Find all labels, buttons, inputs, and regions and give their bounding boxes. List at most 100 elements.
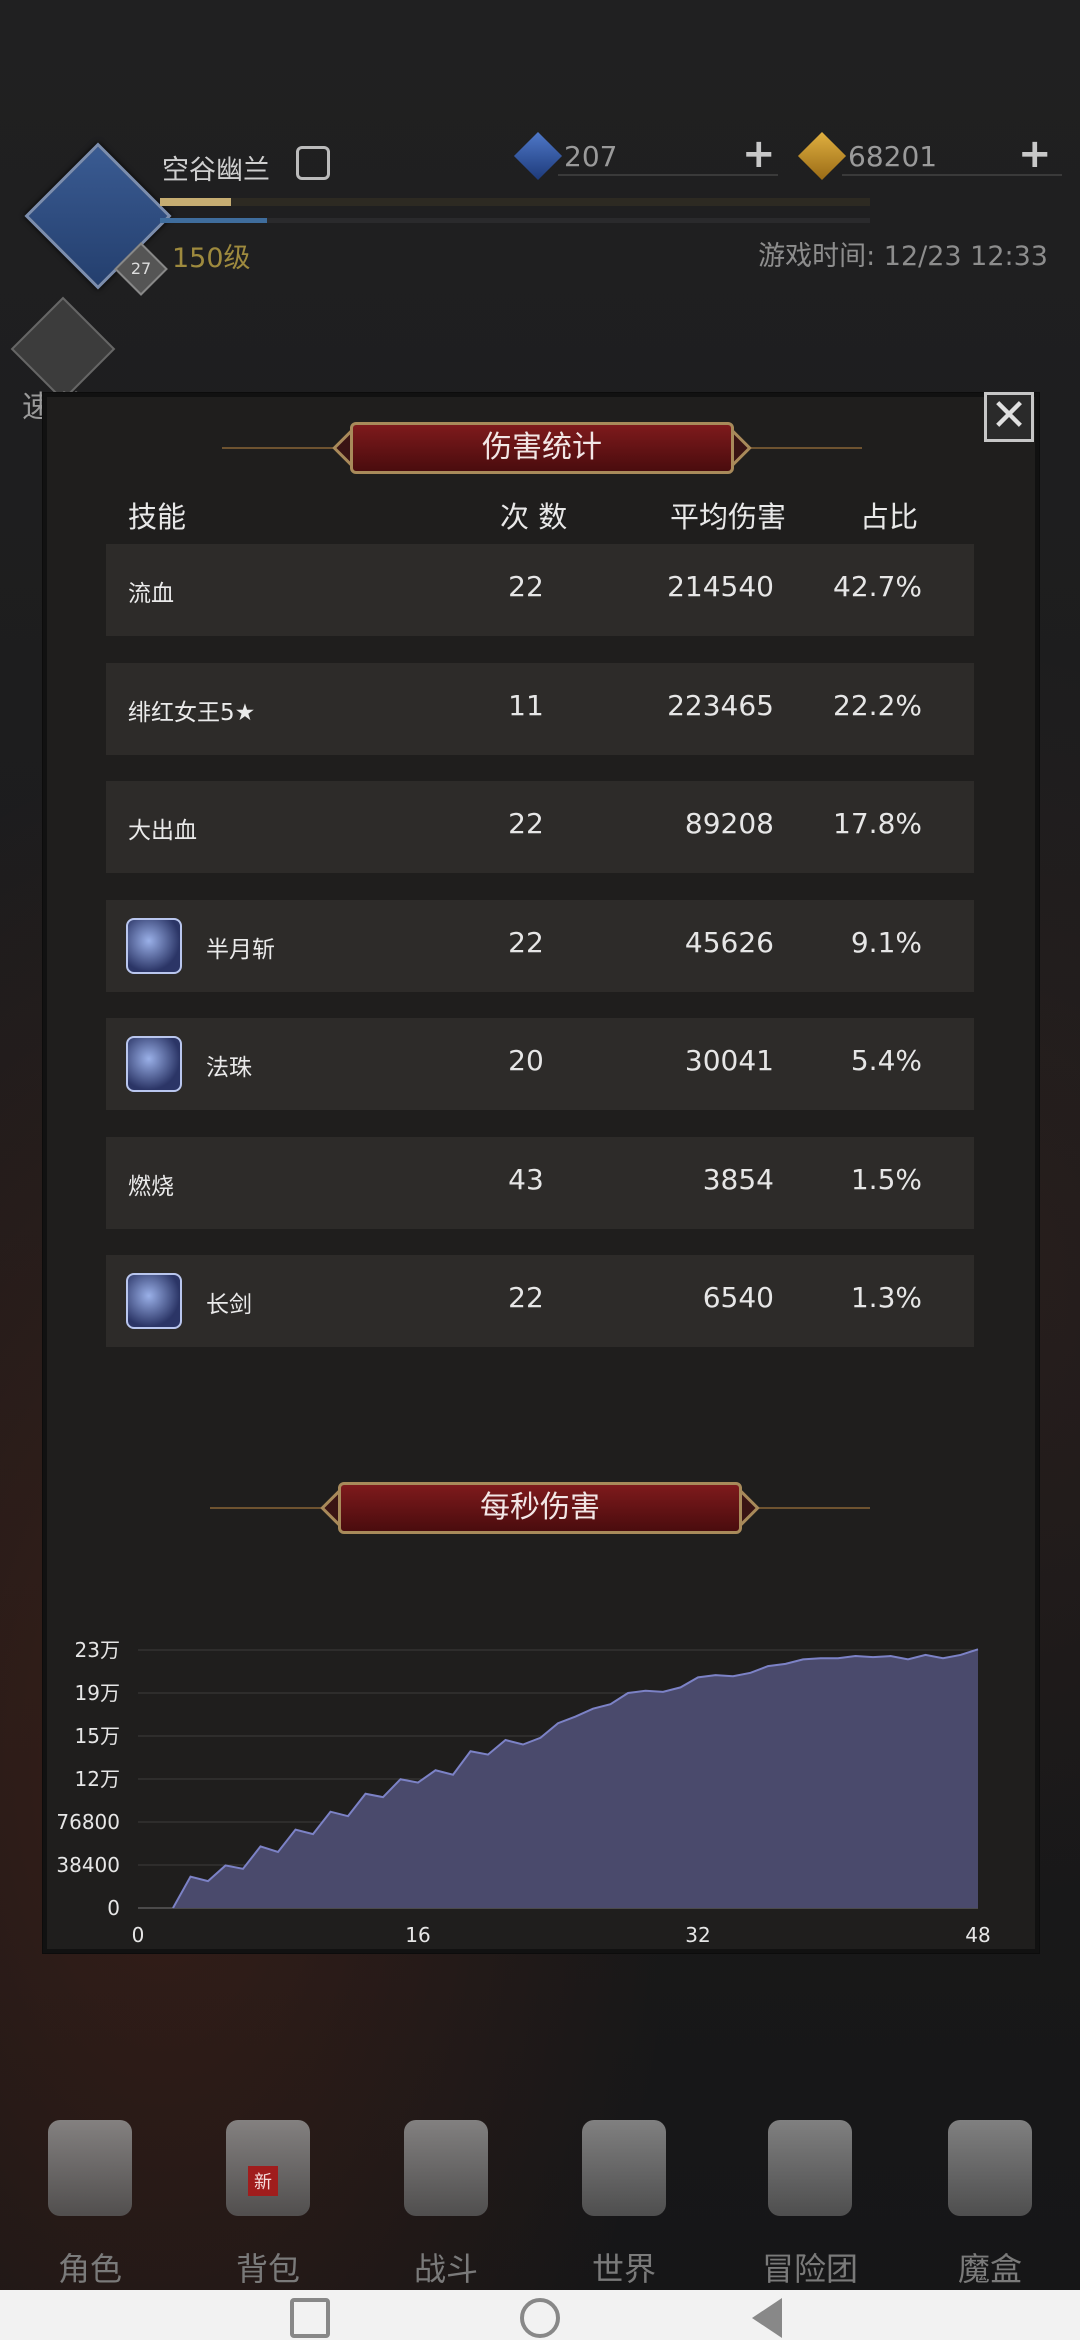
damage-row: 半月斩 22 45626 9.1% xyxy=(106,900,974,992)
exp-bar xyxy=(160,198,870,206)
dps-banner: 每秒伤害 xyxy=(210,1482,870,1534)
nav-label: 世界 xyxy=(591,2250,656,2288)
bottom-nav: 角色新背包 战斗 世界 冒险团 魔盒 xyxy=(0,2090,1080,2290)
blue-gem-icon xyxy=(513,131,563,181)
skill-avg-damage: 214540 xyxy=(667,570,774,603)
avatar-badge-value: 27 xyxy=(130,259,152,278)
skill-count: 22 xyxy=(508,807,544,840)
x-tick-label: 48 xyxy=(965,1923,990,1947)
skill-name: 大出血 xyxy=(128,818,197,844)
skill-avg-damage: 3854 xyxy=(702,1163,774,1196)
skill-avg-damage: 30041 xyxy=(684,1044,774,1077)
damage-row: 长剑 22 6540 1.3% xyxy=(106,1255,974,1347)
system-nav-bar xyxy=(0,2290,1080,2340)
blue-gem-count: 207 xyxy=(564,140,618,173)
game-time: 游戏时间: 12/23 12:33 xyxy=(758,241,1048,272)
skill-count: 20 xyxy=(508,1044,544,1077)
skill-share: 1.5% xyxy=(850,1163,922,1196)
damage-row: 绯红女王5★ 11 223465 22.2% xyxy=(106,663,974,755)
nav-label: 背包 xyxy=(235,2250,300,2288)
player-avatar[interactable]: 27 xyxy=(24,142,172,296)
nav-item[interactable]: 新背包 xyxy=(218,2120,318,2288)
shield-swords-icon xyxy=(404,2120,488,2216)
close-icon: ✕ xyxy=(990,390,1028,441)
resource-gold-gem: 68201 + xyxy=(797,131,1062,181)
nav-item[interactable]: 世界 xyxy=(574,2120,674,2288)
skill-share: 1.3% xyxy=(850,1281,922,1314)
skill-count: 43 xyxy=(508,1163,544,1196)
damage-stats-title: 伤害统计 xyxy=(350,422,734,474)
skill-share: 17.8% xyxy=(833,807,922,840)
skill-count: 11 xyxy=(508,689,544,722)
player-name: 空谷幽兰 xyxy=(162,155,270,186)
skill-avg-damage: 223465 xyxy=(667,689,774,722)
header-avg-damage: 平均伤害 xyxy=(670,500,787,534)
gold-gem-icon xyxy=(797,131,847,181)
edit-icon[interactable] xyxy=(296,146,330,180)
header-share: 占比 xyxy=(860,500,919,534)
banner-line xyxy=(222,447,342,449)
y-tick-label: 0 xyxy=(107,1896,120,1920)
nav-item[interactable]: 魔盒 xyxy=(940,2120,1040,2288)
skill-share: 22.2% xyxy=(833,689,922,722)
add-gold-gem-button[interactable]: + xyxy=(1018,134,1052,174)
home-button[interactable] xyxy=(520,2298,560,2338)
exp-bar-fill xyxy=(160,198,231,206)
castle-icon xyxy=(768,2120,852,2216)
dps-title: 每秒伤害 xyxy=(338,1482,742,1534)
sword-icon xyxy=(126,1273,182,1329)
orb-icon xyxy=(126,1036,182,1092)
add-blue-gem-button[interactable]: + xyxy=(742,134,776,174)
map-scroll-icon xyxy=(582,2120,666,2216)
dps-chart: 0 38400 76800 12万 15万 19万 23万 0 16 32 48 xyxy=(40,1580,1040,1960)
y-tick-label: 15万 xyxy=(75,1724,120,1748)
skill-share: 42.7% xyxy=(833,570,922,603)
resource-blue-gem: 207 + xyxy=(513,131,778,181)
nav-item[interactable]: 角色 xyxy=(40,2120,140,2288)
skill-name: 流血 xyxy=(128,581,174,607)
damage-row: 法珠 20 30041 5.4% xyxy=(106,1018,974,1110)
x-tick-label: 32 xyxy=(685,1923,710,1947)
nav-label: 角色 xyxy=(57,2250,122,2288)
y-tick-label: 19万 xyxy=(75,1681,120,1705)
nav-item[interactable]: 战斗 xyxy=(396,2120,496,2288)
skill-avg-damage: 45626 xyxy=(684,926,774,959)
skill-count: 22 xyxy=(508,926,544,959)
skill-name: 燃烧 xyxy=(128,1174,174,1200)
x-tick-label: 0 xyxy=(132,1923,145,1947)
damage-stats-banner: 伤害统计 xyxy=(222,422,862,474)
back-button[interactable] xyxy=(752,2298,782,2338)
damage-row: 燃烧 43 3854 1.5% xyxy=(106,1137,974,1229)
header-count: 次 数 xyxy=(500,500,568,534)
y-tick-label: 38400 xyxy=(56,1853,120,1877)
magic-cube-icon xyxy=(948,2120,1032,2216)
damage-row: 流血 22 214540 42.7% xyxy=(106,544,974,636)
dps-chart-svg: 0 38400 76800 12万 15万 19万 23万 0 16 32 48 xyxy=(56,1638,990,1947)
gold-gem-count: 68201 xyxy=(848,140,938,173)
banner-line xyxy=(750,1507,870,1509)
header-skill: 技能 xyxy=(128,500,187,534)
close-button[interactable]: ✕ xyxy=(984,392,1034,442)
x-tick-label: 16 xyxy=(405,1923,430,1947)
nav-label: 战斗 xyxy=(413,2250,478,2288)
skill-count: 22 xyxy=(508,570,544,603)
new-badge: 新 xyxy=(248,2166,278,2196)
nav-label: 魔盒 xyxy=(957,2250,1022,2288)
helmet-icon xyxy=(48,2120,132,2216)
nav-item[interactable]: 冒险团 xyxy=(760,2120,860,2288)
nav-label: 冒险团 xyxy=(761,2250,858,2288)
skill-name: 法珠 xyxy=(206,1055,252,1081)
skill-avg-damage: 6540 xyxy=(702,1281,774,1314)
recents-button[interactable] xyxy=(290,2298,330,2338)
player-level: 150级 xyxy=(172,243,251,274)
mp-bar xyxy=(160,218,870,223)
banner-line xyxy=(210,1507,330,1509)
skill-avg-damage: 89208 xyxy=(684,807,774,840)
skill-name: 半月斩 xyxy=(206,937,275,963)
skill-share: 5.4% xyxy=(850,1044,922,1077)
skill-name: 绯红女王5★ xyxy=(128,700,256,726)
y-tick-label: 12万 xyxy=(75,1767,120,1791)
banner-line xyxy=(742,447,862,449)
skill-share: 9.1% xyxy=(850,926,922,959)
mp-bar-fill xyxy=(160,218,267,223)
